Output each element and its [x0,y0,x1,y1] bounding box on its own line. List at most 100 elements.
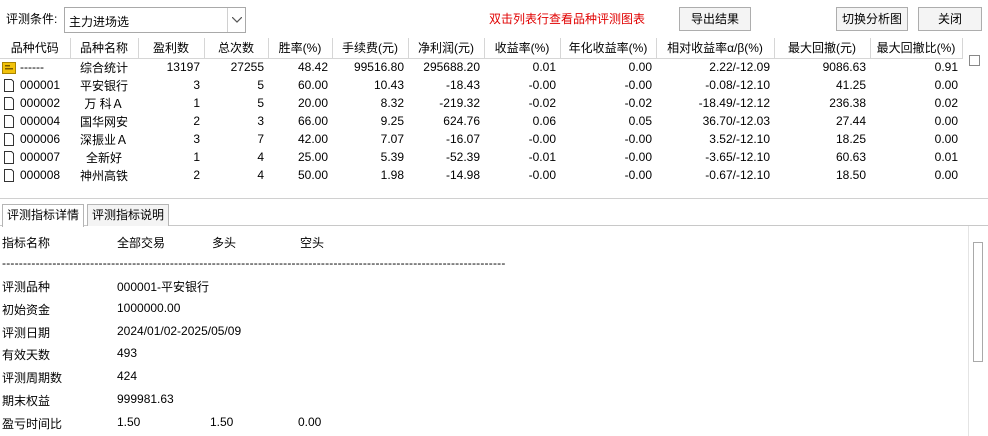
cell-win: 13197 [166,60,200,75]
document-icon [4,133,14,146]
col-header[interactable]: 年化收益率(%) [560,38,657,59]
metric-label: 评测周期数 [2,371,63,385]
col-header[interactable]: 品种代码 [0,38,71,59]
detail-separator: ----------------------------------------… [2,256,506,270]
cell-profit: -52.39 [445,150,480,164]
col-header[interactable]: 净利润(元) [408,38,485,59]
cell-name: 平安银行 [79,78,128,93]
cell-annual: 0.00 [628,60,652,75]
detail-scrollbar[interactable] [968,226,988,436]
cell-name: 全新好 [85,150,122,165]
table-row[interactable]: 000004 国华网安 2 3 66.00 9.25 624.76 0.06 0.05 36.70… [0,112,962,130]
cell-win: 2 [193,114,200,128]
table-row[interactable]: 000008 神州高铁 2 4 50.00 1.98 -14.98 -0.00 -0.00 -0.… [0,166,962,184]
cell-fee: 9.25 [380,114,404,128]
cell-total: 5 [257,96,264,110]
panel-checkbox[interactable] [969,55,980,66]
tab-indicator-details[interactable]: 评测指标详情 [2,204,84,227]
table-row[interactable]: 000007 全新好 1 4 25.00 5.39 -52.39 -0.01 -0.00 -3.6… [0,148,962,166]
metric-value: 1.50 [117,415,141,429]
cell-total: 5 [257,78,264,92]
cell-annual: -0.00 [624,150,652,164]
metric-value: 0.00 [298,415,322,429]
cell-rel: -18.49/-12.12 [698,96,770,110]
document-icon [4,79,14,92]
col-header[interactable]: 手续费(元) [332,38,409,59]
cell-fee: 10.43 [373,78,404,92]
col-header[interactable]: 收益率(%) [484,38,561,59]
cell-rate: 60.00 [297,78,328,92]
tab-bar: 评测指标详情 评测指标说明 [0,198,988,227]
col-header[interactable]: 最大回撤(元) [774,38,871,59]
cell-ret: -0.00 [528,78,556,92]
col-header[interactable]: 盈利数 [138,38,205,59]
metric-label: 评测日期 [2,326,51,340]
metric-label: 初始资金 [2,303,51,317]
code-text: 000001 [20,78,61,92]
cell-ret: -0.01 [528,150,556,164]
table-header: 品种代码 品种名称 盈利数 总次数 胜率(%) 手续费(元) 净利润(元) 收益… [0,38,963,59]
cell-mddr: 0.00 [934,78,958,92]
code-text: 000006 [20,132,61,146]
metric-value: 000001-平安银行 [117,280,210,294]
cell-rate: 42.00 [297,132,328,146]
cell-rel: 36.70/-12.03 [702,114,770,128]
cell-ret: -0.00 [528,168,556,182]
detail-pane: 指标名称 全部交易 多头 空头 ------------------------… [0,226,968,436]
col-header[interactable]: 胜率(%) [268,38,333,59]
cell-fee: 5.39 [380,150,404,164]
code-text: 000008 [20,168,61,182]
code-text: ------ [20,60,44,75]
chevron-down-icon [232,17,242,23]
cell-fee: 1.98 [380,168,404,182]
cell-name: 深振业Ａ [79,132,128,147]
cell-code: 000008 [0,166,70,184]
cell-name: 万 科Ａ [84,96,124,111]
cell-profit: 624.76 [443,114,480,128]
cell-total: 4 [257,168,264,182]
document-icon [4,115,14,128]
col-header[interactable]: 相对收益率α/β(%) [656,38,775,59]
table-row[interactable]: 000002 万 科Ａ 1 5 20.00 8.32 -219.32 -0.02 -0.02 -1… [0,94,962,112]
tab-indicator-description[interactable]: 评测指标说明 [87,204,169,226]
cell-code: 000004 [0,112,70,130]
cell-win: 3 [193,132,200,146]
export-button[interactable]: 导出结果 [679,7,751,31]
condition-dropdown[interactable]: 主力进场选 [64,7,246,33]
cell-annual: -0.00 [624,132,652,146]
switch-chart-button[interactable]: 切换分析图 [836,7,908,31]
table-row[interactable]: 000001 平安银行 3 5 60.00 10.43 -18.43 -0.00 -0.00 -0… [0,76,962,94]
col-header[interactable]: 最大回撤比(%) [870,38,963,59]
cell-annual: -0.00 [624,168,652,182]
cell-ret: 0.01 [532,60,556,75]
cell-rel: 3.52/-12.10 [709,132,770,146]
cell-win: 2 [193,168,200,182]
detail-header-long: 多头 [212,236,237,250]
cell-mddr: 0.91 [934,60,958,75]
close-button[interactable]: 关闭 [918,7,982,31]
cell-annual: 0.05 [628,114,652,128]
cell-profit: -18.43 [445,78,480,92]
cell-code: 000002 [0,94,70,112]
metric-value: 493 [117,346,138,360]
cell-win: 1 [193,150,200,164]
cell-code: 000006 [0,130,70,148]
code-text: 000007 [20,150,61,164]
cell-mdd: 18.50 [835,168,866,182]
cell-annual: -0.00 [624,78,652,92]
table-row[interactable]: ------ 综合统计 13197 27255 48.42 99516.80 295688.… [0,58,962,76]
cell-fee: 8.32 [380,96,404,110]
cell-mddr: 0.00 [934,114,958,128]
cell-rate: 25.00 [297,150,328,164]
cell-mdd: 236.38 [829,96,866,110]
cell-mdd: 18.25 [835,132,866,146]
cell-mddr: 0.00 [934,132,958,146]
table-row[interactable]: 000006 深振业Ａ 3 7 42.00 7.07 -16.07 -0.00 -0.00 3.5… [0,130,962,148]
scrollbar-thumb[interactable] [973,242,983,362]
col-header[interactable]: 总次数 [204,38,269,59]
col-header[interactable]: 品种名称 [70,38,139,59]
dropdown-button[interactable] [227,8,245,32]
cell-profit: -16.07 [445,132,480,146]
cell-rate: 20.00 [297,96,328,110]
cell-name: 综合统计 [79,60,128,75]
